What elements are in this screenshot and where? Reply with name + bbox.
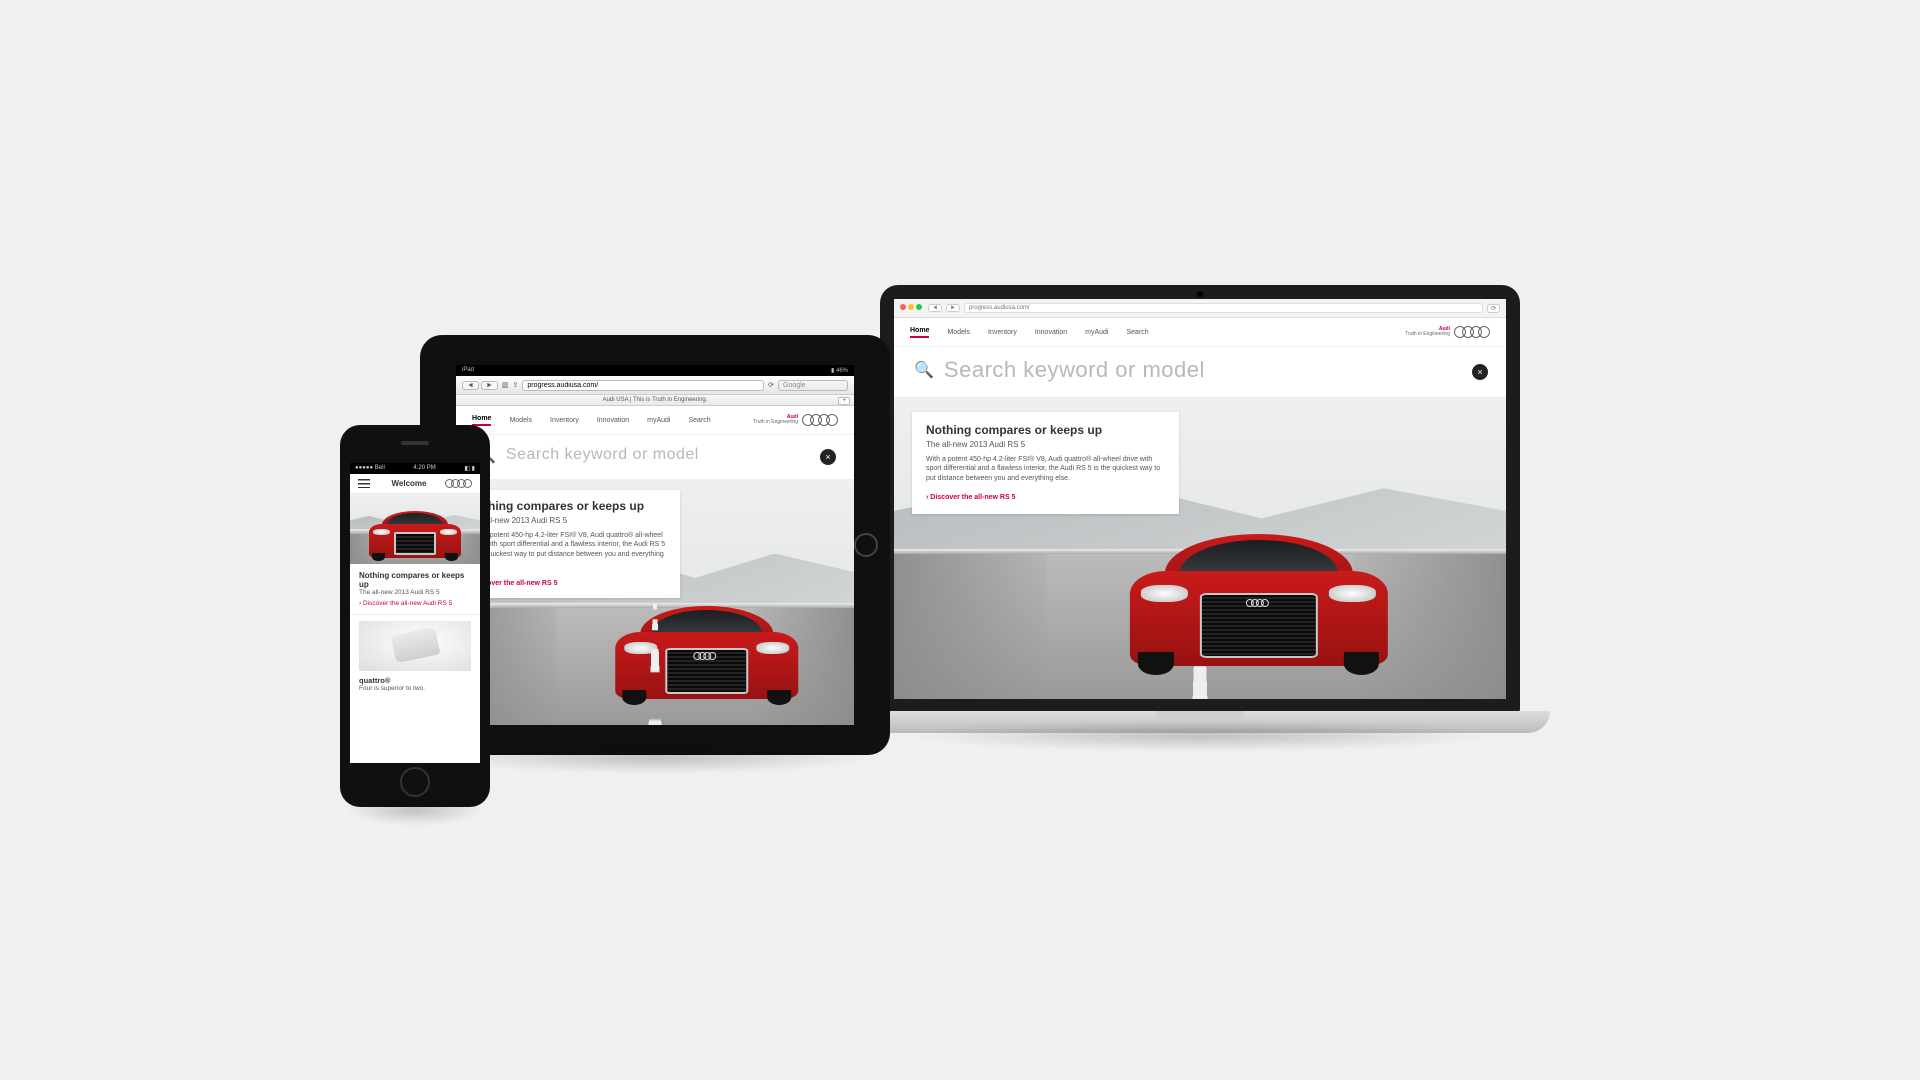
laptop-device: ◄ ► progress.audiusa.com/ ⟳ Home Models … <box>880 285 1520 733</box>
secondary-section: quattro® Four is superior to two. <box>350 615 480 763</box>
hero-cta-link[interactable]: Discover the all-new RS 5 <box>926 494 1015 501</box>
search-icon: 🔍 <box>914 360 934 380</box>
browser-chrome: ◄ ► ▥ ⇪ ⟳ Google <box>456 376 854 395</box>
status-battery: ▮ 46% <box>831 367 848 374</box>
nav-innovation[interactable]: Innovation <box>1035 329 1067 336</box>
tab-title: Audi USA | This is Truth in Engineering. <box>603 397 708 403</box>
mobile-header: Welcome <box>350 474 480 494</box>
forward-button[interactable]: ► <box>481 381 498 390</box>
forward-button[interactable]: ► <box>946 304 960 312</box>
nav-models[interactable]: Models <box>947 329 970 336</box>
hero-section <box>350 494 480 564</box>
hero-subtitle: The all-new 2013 Audi RS 5 <box>359 589 471 596</box>
laptop-screen: ◄ ► progress.audiusa.com/ ⟳ Home Models … <box>894 299 1506 699</box>
brand-logo[interactable]: AudiTruth in Engineering <box>753 414 838 426</box>
car-image <box>1112 534 1406 675</box>
search-input[interactable]: Search keyword or model <box>506 446 699 464</box>
reload-button[interactable]: ⟳ <box>1487 304 1500 313</box>
hero-subtitle: The all-new 2013 Audi RS 5 <box>468 516 668 525</box>
speaker-icon <box>401 441 429 445</box>
hero-title: Nothing compares or keeps up <box>926 424 1165 438</box>
phone-screen: ●●●●● Bell 4:20 PM ◧ ▮ Welcome <box>350 463 480 763</box>
secondary-image <box>359 621 471 671</box>
new-tab-button[interactable]: + <box>838 397 850 405</box>
nav-myaudi[interactable]: myAudi <box>1085 329 1108 336</box>
hero-title: Nothing compares or keeps up <box>468 500 668 514</box>
status-carrier: ●●●●● Bell <box>355 465 385 472</box>
search-bar[interactable]: 🔍 Search keyword or model × <box>894 347 1506 398</box>
hero-card: Nothing compares or keeps up The all-new… <box>350 564 480 615</box>
nav-search[interactable]: Search <box>688 417 710 424</box>
hero-subtitle: The all-new 2013 Audi RS 5 <box>926 440 1165 449</box>
hero-section: Nothing compares or keeps up The all-new… <box>456 480 854 725</box>
home-button[interactable] <box>400 767 430 797</box>
back-button[interactable]: ◄ <box>462 381 479 390</box>
status-icons: ◧ ▮ <box>464 465 475 472</box>
brand-logo[interactable]: AudiTruth in Engineering <box>1405 326 1490 338</box>
nav-inventory[interactable]: Inventory <box>988 329 1017 336</box>
close-icon[interactable]: × <box>1472 364 1488 380</box>
device-showcase: ◄ ► progress.audiusa.com/ ⟳ Home Models … <box>190 115 1730 965</box>
hero-title: Nothing compares or keeps up <box>359 571 471 589</box>
site-nav: Home Models Inventory Innovation myAudi … <box>894 318 1506 347</box>
nav-innovation[interactable]: Innovation <box>597 417 629 424</box>
site-nav: Home Models Inventory Innovation myAudi … <box>456 406 854 435</box>
nav-inventory[interactable]: Inventory <box>550 417 579 424</box>
tablet-device: iPad ▮ 46% ◄ ► ▥ ⇪ ⟳ Google Audi USA | T… <box>420 335 890 755</box>
nav-home[interactable]: Home <box>472 415 491 426</box>
status-time: 4:20 PM <box>413 465 435 472</box>
browser-tab[interactable]: Audi USA | This is Truth in Engineering.… <box>456 395 854 406</box>
status-bar: ●●●●● Bell 4:20 PM ◧ ▮ <box>350 463 480 474</box>
address-bar[interactable]: progress.audiusa.com/ <box>964 303 1483 313</box>
nav-models[interactable]: Models <box>509 417 532 424</box>
hero-body: With a potent 450-hp 4.2-liter FSI® V8, … <box>468 531 668 569</box>
tablet-screen: iPad ▮ 46% ◄ ► ▥ ⇪ ⟳ Google Audi USA | T… <box>456 365 854 725</box>
hero-card: Nothing compares or keeps up The all-new… <box>912 412 1179 514</box>
bookmarks-icon[interactable]: ▥ <box>502 381 509 389</box>
hero-body: With a potent 450-hp 4.2-liter FSI® V8, … <box>926 455 1165 483</box>
search-bar[interactable]: 🔍 Search keyword or model × <box>456 435 854 480</box>
status-carrier: iPad <box>462 367 474 374</box>
car-image <box>603 606 810 705</box>
share-icon[interactable]: ⇪ <box>513 381 519 389</box>
search-input[interactable]: Search keyword or model <box>944 357 1205 383</box>
close-icon[interactable]: × <box>820 449 836 465</box>
home-button[interactable] <box>854 533 878 557</box>
status-bar: iPad ▮ 46% <box>456 365 854 376</box>
secondary-title: quattro® <box>359 676 471 685</box>
page-title: Welcome <box>392 479 427 488</box>
menu-icon[interactable] <box>358 479 370 488</box>
search-engine-field[interactable]: Google <box>778 380 848 391</box>
hero-cta-link[interactable]: Discover the all-new Audi RS 5 <box>359 600 452 607</box>
car-image <box>363 511 467 561</box>
browser-chrome: ◄ ► progress.audiusa.com/ ⟳ <box>894 299 1506 318</box>
back-button[interactable]: ◄ <box>928 304 942 312</box>
address-bar[interactable] <box>522 380 764 391</box>
audi-rings-icon <box>1454 326 1490 338</box>
traffic-lights-icon <box>900 304 924 312</box>
phone-device: ●●●●● Bell 4:20 PM ◧ ▮ Welcome <box>340 425 490 807</box>
camera-icon <box>1197 291 1203 297</box>
reload-button[interactable]: ⟳ <box>768 381 774 389</box>
hero-section: Nothing compares or keeps up The all-new… <box>894 398 1506 699</box>
audi-rings-icon <box>802 414 838 426</box>
secondary-subtitle: Four is superior to two. <box>359 685 471 692</box>
nav-home[interactable]: Home <box>910 327 929 338</box>
nav-search[interactable]: Search <box>1126 329 1148 336</box>
nav-myaudi[interactable]: myAudi <box>647 417 670 424</box>
audi-rings-icon[interactable] <box>448 479 472 488</box>
